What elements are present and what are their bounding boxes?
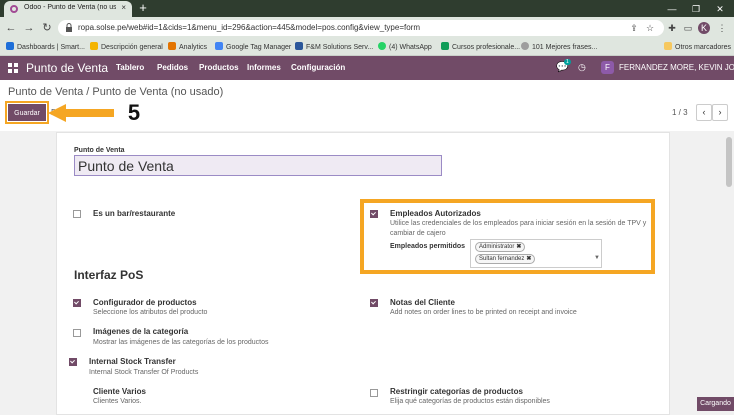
odoo-navbar: Punto de Venta Tablero Pedidos Productos… — [0, 56, 734, 80]
new-tab-button[interactable]: + — [136, 1, 150, 15]
profile-avatar[interactable]: K — [698, 22, 710, 34]
breadcrumb: Punto de Venta / Punto de Venta (no usad… — [8, 86, 223, 98]
annotation-step-number: 5 — [127, 100, 141, 125]
pager-counter: 1 / 3 — [672, 108, 688, 117]
browser-tab[interactable]: Odoo - Punto de Venta (no usado) × — [4, 1, 132, 17]
customer-notes-checkbox[interactable] — [370, 299, 378, 307]
bookmark-star-icon[interactable]: ☆ — [644, 22, 656, 34]
chat-badge: 1 — [564, 59, 571, 65]
various-clients-desc: Clientes Varios. — [93, 398, 142, 405]
product-configurator-checkbox[interactable] — [73, 299, 81, 307]
app-brand[interactable]: Punto de Venta — [26, 61, 108, 75]
product-configurator-title: Configurador de productos — [93, 298, 197, 307]
browser-menu-icon[interactable]: ⋮ — [716, 22, 728, 34]
restore-window-button[interactable]: ❐ — [684, 1, 708, 17]
user-avatar[interactable]: F — [601, 61, 614, 74]
authorized-employees-desc-2: cambiar de cajero — [390, 230, 446, 237]
lock-icon — [66, 23, 72, 32]
back-arrow-icon[interactable]: ← — [4, 21, 18, 35]
tab-close-icon[interactable]: × — [121, 3, 126, 12]
user-name[interactable]: FERNANDEZ MORE, KEVIN JOE — [619, 63, 734, 72]
pager-previous-button[interactable]: ‹ — [696, 104, 712, 121]
share-icon[interactable]: ⇪ — [628, 22, 640, 34]
product-configurator-desc: Seleccione los atributos del producto — [93, 309, 208, 316]
reload-icon[interactable]: ↻ — [40, 21, 54, 35]
customer-notes-desc: Add notes on order lines to be printed o… — [390, 309, 577, 316]
menu-tablero[interactable]: Tablero — [116, 63, 144, 72]
restrict-categories-title: Restringir categorías de productos — [390, 387, 523, 396]
pos-name-input[interactable]: Punto de Venta — [74, 155, 442, 176]
bookmark-item[interactable]: Descripción general — [90, 42, 163, 51]
employee-tag: Administrator ✖ — [475, 242, 526, 252]
remove-tag-icon[interactable]: ✖ — [526, 256, 531, 262]
browser-address-bar: ← → ↻ ropa.solse.pe/web#id=1&cids=1&menu… — [0, 17, 734, 39]
authorized-employees-desc: Utilice las credenciales de los empleado… — [390, 220, 647, 227]
odoo-favicon-icon — [10, 5, 18, 13]
bookmark-item[interactable]: F&M Solutions Serv... — [295, 42, 373, 51]
minimize-window-button[interactable]: — — [660, 1, 684, 17]
sidebar-icon[interactable]: ▭ — [682, 22, 694, 34]
browser-tab-bar: Odoo - Punto de Venta (no usado) × + — ❐… — [0, 0, 734, 17]
menu-productos[interactable]: Productos — [199, 63, 239, 72]
apps-menu-icon[interactable] — [8, 63, 18, 73]
internal-stock-transfer-checkbox[interactable] — [69, 358, 77, 366]
authorized-employees-title: Empleados Autorizados — [390, 209, 481, 218]
allowed-employees-label: Empleados permitidos — [390, 243, 466, 250]
menu-pedidos[interactable]: Pedidos — [157, 63, 188, 72]
authorized-employees-checkbox[interactable] — [370, 210, 378, 218]
bookmark-item[interactable]: Cursos profesionale... — [441, 42, 520, 51]
url-text: ropa.solse.pe/web#id=1&cids=1&menu_id=29… — [78, 23, 421, 32]
bookmark-item[interactable]: Google Tag Manager — [215, 42, 291, 51]
various-clients-title: Cliente Varios — [93, 387, 146, 396]
url-field[interactable]: ropa.solse.pe/web#id=1&cids=1&menu_id=29… — [58, 20, 664, 36]
internal-stock-transfer-title: Internal Stock Transfer — [89, 357, 176, 366]
bookmark-item[interactable]: 101 Mejores frases... — [521, 42, 597, 51]
bookmark-item[interactable]: (4) WhatsApp — [378, 42, 432, 51]
menu-configuracion[interactable]: Configuración — [291, 63, 345, 72]
bookmark-item[interactable]: Dashboards | Smart... — [6, 42, 85, 51]
allowed-employees-field[interactable]: Administrator ✖ Sultan fernandez ✖ — [470, 239, 602, 268]
bar-restaurant-checkbox[interactable] — [73, 210, 81, 218]
bookmark-item[interactable]: Analytics — [168, 42, 207, 51]
internal-stock-transfer-desc: Internal Stock Transfer Of Products — [89, 369, 199, 376]
restrict-categories-desc: Elija qué categorías de productos están … — [390, 398, 550, 405]
pager-next-button[interactable]: › — [712, 104, 728, 121]
activity-clock-icon[interactable]: ◷ — [578, 62, 586, 73]
section-title: Interfaz PoS — [74, 268, 144, 282]
breadcrumb-current: Punto de Venta (no usado) — [92, 86, 224, 98]
breadcrumb-parent-link[interactable]: Punto de Venta — [8, 86, 83, 98]
close-window-button[interactable]: ✕ — [708, 1, 732, 17]
annotation-arrow-icon — [48, 104, 114, 122]
menu-informes[interactable]: Informes — [247, 63, 281, 72]
customer-notes-title: Notas del Cliente — [390, 298, 455, 307]
name-field-label: Punto de Venta — [74, 147, 125, 154]
category-images-title: Imágenes de la categoría — [93, 327, 189, 336]
category-images-checkbox[interactable] — [73, 329, 81, 337]
category-images-desc: Mostrar las imágenes de las categorías d… — [93, 339, 269, 346]
dropdown-caret-icon[interactable]: ▼ — [594, 255, 600, 261]
tab-title: Odoo - Punto de Venta (no usado) — [24, 4, 116, 11]
forward-arrow-icon[interactable]: → — [22, 21, 36, 35]
scrollbar-thumb[interactable] — [726, 137, 732, 187]
loading-indicator: Cargando — [697, 397, 734, 411]
bar-restaurant-label: Es un bar/restaurante — [93, 209, 176, 218]
bookmarks-bar: Dashboards | Smart... Descripción genera… — [0, 39, 734, 56]
remove-tag-icon[interactable]: ✖ — [516, 244, 521, 250]
restrict-categories-checkbox[interactable] — [370, 389, 378, 397]
employee-tag: Sultan fernandez ✖ — [475, 254, 536, 264]
save-button[interactable]: Guardar — [5, 101, 49, 124]
extensions-icon[interactable]: ✚ — [666, 22, 678, 34]
bookmark-folder[interactable]: Otros marcadores — [664, 42, 731, 51]
